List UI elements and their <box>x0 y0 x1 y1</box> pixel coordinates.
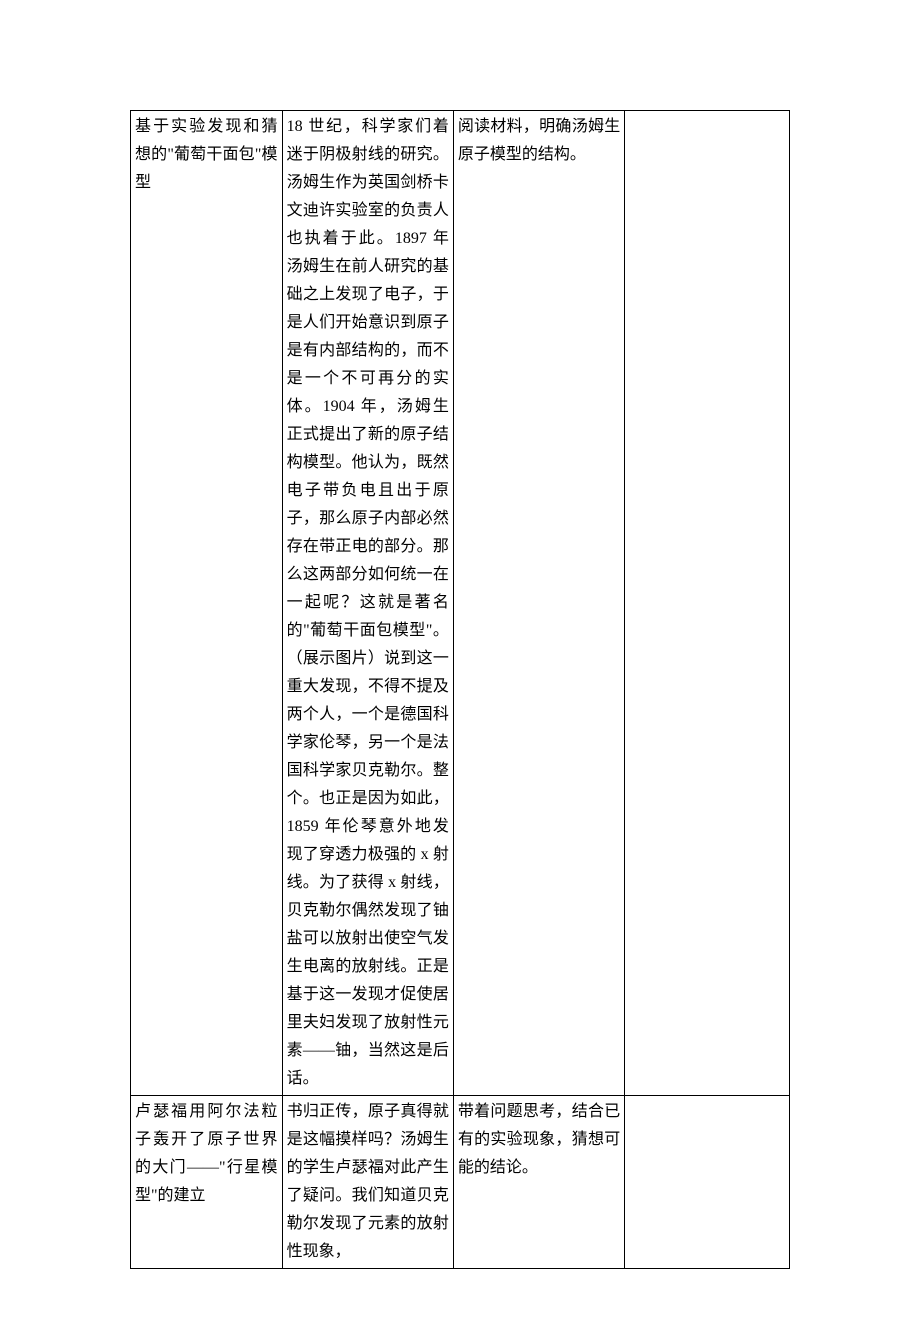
document-page: 基于实验发现和猜想的"葡萄干面包"模型 18 世纪，科学家们着迷于阴极射线的研究… <box>0 0 920 1329</box>
cell-topic: 基于实验发现和猜想的"葡萄干面包"模型 <box>131 111 283 1096</box>
cell-topic: 卢瑟福用阿尔法粒子轰开了原子世界的大门——"行星模型"的建立 <box>131 1096 283 1269</box>
cell-teacher-activity: 18 世纪，科学家们着迷于阴极射线的研究。汤姆生作为英国剑桥卡文迪许实验室的负责… <box>282 111 453 1096</box>
cell-notes <box>625 111 790 1096</box>
cell-student-activity: 带着问题思考，结合已有的实验现象，猜想可能的结论。 <box>453 1096 624 1269</box>
table-row: 卢瑟福用阿尔法粒子轰开了原子世界的大门——"行星模型"的建立 书归正传，原子真得… <box>131 1096 790 1269</box>
cell-notes <box>625 1096 790 1269</box>
cell-text: 书归正传，原子真得就是这幅摸样吗？汤姆生的学生卢瑟福对此产生了疑问。我们知道贝克… <box>287 1098 449 1266</box>
cell-text: 基于实验发现和猜想的"葡萄干面包"模型 <box>135 113 278 197</box>
cell-text: 阅读材料，明确汤姆生原子模型的结构。 <box>458 113 620 169</box>
cell-teacher-activity: 书归正传，原子真得就是这幅摸样吗？汤姆生的学生卢瑟福对此产生了疑问。我们知道贝克… <box>282 1096 453 1269</box>
cell-text: 18 世纪，科学家们着迷于阴极射线的研究。汤姆生作为英国剑桥卡文迪许实验室的负责… <box>287 113 449 1093</box>
cell-text: 卢瑟福用阿尔法粒子轰开了原子世界的大门——"行星模型"的建立 <box>135 1098 278 1210</box>
lesson-table: 基于实验发现和猜想的"葡萄干面包"模型 18 世纪，科学家们着迷于阴极射线的研究… <box>130 110 790 1269</box>
cell-text: 带着问题思考，结合已有的实验现象，猜想可能的结论。 <box>458 1098 620 1182</box>
cell-student-activity: 阅读材料，明确汤姆生原子模型的结构。 <box>453 111 624 1096</box>
table-row: 基于实验发现和猜想的"葡萄干面包"模型 18 世纪，科学家们着迷于阴极射线的研究… <box>131 111 790 1096</box>
